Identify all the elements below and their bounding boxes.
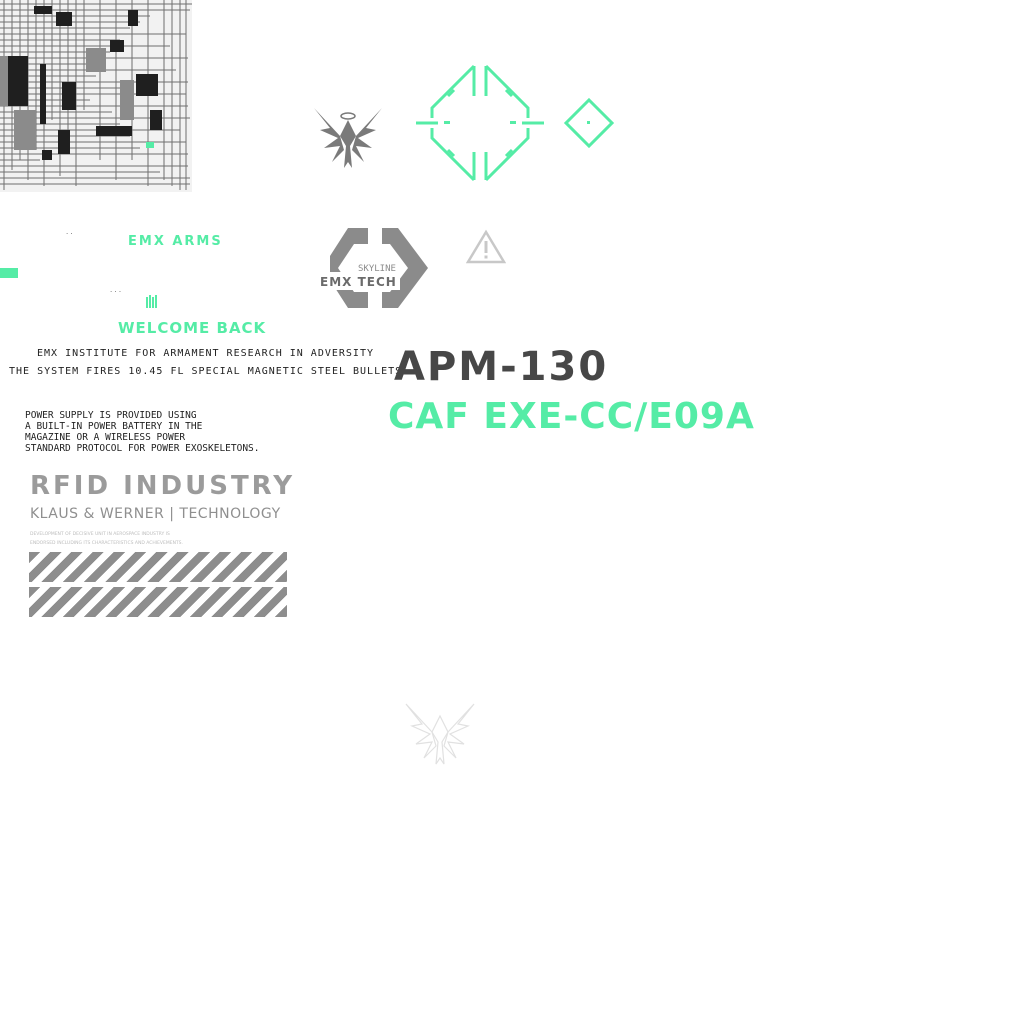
welcome-heading: WELCOME BACK	[118, 319, 267, 337]
ammo-icon	[146, 293, 158, 312]
institute-text: EMX INSTITUTE FOR ARMAMENT RESEARCH IN A…	[37, 348, 374, 359]
model-name: APM-130	[394, 344, 609, 390]
power-line: A BUILT-IN POWER BATTERY IN THE	[25, 421, 203, 432]
warning-triangle-icon	[465, 229, 507, 269]
accent-bar	[0, 268, 18, 278]
emx-tech-logo-icon: SKYLINE EMX TECH	[318, 226, 430, 314]
logo-top-text: SKYLINE	[358, 264, 396, 274]
hazard-stripes	[29, 587, 287, 617]
industry-title: RFID INDUSTRY	[30, 471, 296, 501]
fine-print: DEVELOPMENT OF DECISIVE UNIT IN AEROSPAC…	[30, 530, 200, 548]
power-description: POWER SUPPLY IS PROVIDED USING A BUILT-I…	[25, 410, 305, 454]
hazard-stripes	[29, 552, 287, 582]
circuit-texture-icon	[0, 0, 192, 192]
logo-main-text: EMX TECH	[320, 275, 397, 289]
power-line: STANDARD PROTOCOL FOR POWER EXOSKELETONS…	[25, 443, 260, 454]
power-line: MAGAZINE OR A WIRELESS POWER	[25, 432, 186, 443]
diamond-target-icon	[563, 97, 615, 153]
brand-title: EMX ARMS	[128, 234, 223, 249]
fires-text: THE SYSTEM FIRES 10.45 FL SPECIAL MAGNET…	[9, 366, 403, 377]
crosshair-reticle-icon	[410, 62, 550, 188]
decor-dots: · ·	[66, 230, 73, 238]
power-line: POWER SUPPLY IS PROVIDED USING	[25, 410, 197, 421]
winged-emblem-icon	[402, 702, 478, 774]
fine-line: DEVELOPMENT OF DECISIVE UNIT IN AEROSPAC…	[30, 532, 170, 537]
decor-dots: · · ·	[110, 288, 122, 296]
winged-emblem-icon	[310, 106, 386, 178]
fine-line: ENDORSED INCLUDING ITS CHARACTERISTICS A…	[30, 541, 183, 546]
model-code: CAF EXE-CC/E09A	[388, 396, 755, 437]
industry-subtitle: KLAUS & WERNER | TECHNOLOGY	[30, 506, 281, 522]
